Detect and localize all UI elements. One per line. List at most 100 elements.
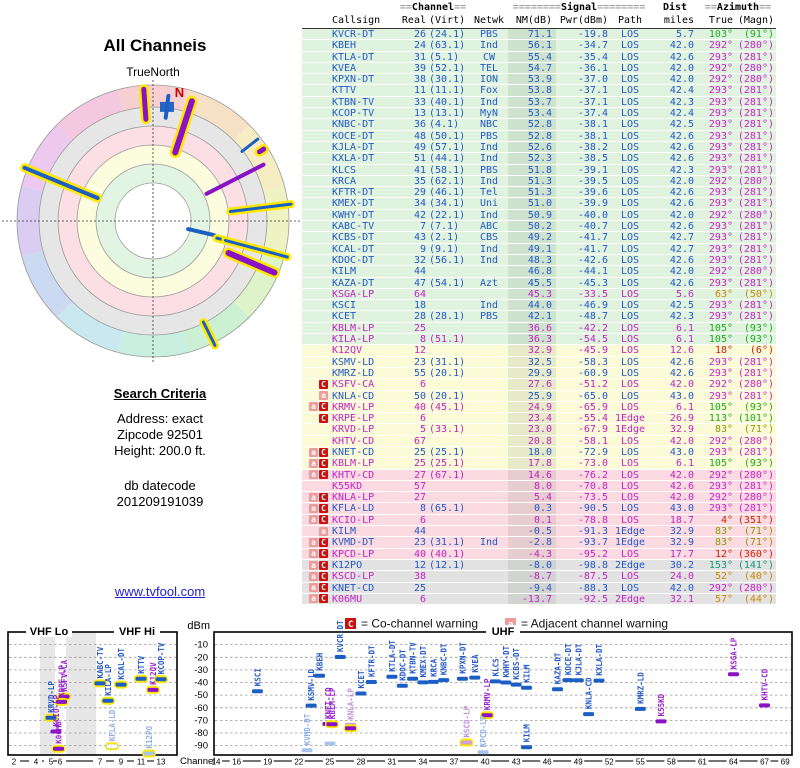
- adjacent-warning-icon: a: [309, 515, 318, 525]
- cochannel-warning-icon: C: [319, 515, 328, 525]
- real-channel: 44: [413, 526, 426, 537]
- noise-margin: 53.4: [508, 108, 556, 119]
- network: Ind: [479, 537, 499, 548]
- azimuth-magnetic: (280°): [737, 582, 774, 593]
- radar-channel-label: 6: [142, 40, 148, 43]
- station-label: KVEA: [471, 654, 480, 673]
- col-virt: (Virt): [429, 15, 466, 26]
- path: LOS: [620, 232, 640, 243]
- uhf-label: UHF: [492, 626, 515, 638]
- station-label: KTTV: [137, 655, 146, 674]
- azimuth-true: 293°: [708, 503, 733, 514]
- virtual-channel: [426, 413, 470, 423]
- signal-bar-dotted: [106, 743, 118, 749]
- radar-plot: 2431393811331336262584025654423456438612…: [2, 40, 304, 362]
- network: CBS: [479, 232, 499, 243]
- path: LOS: [620, 469, 640, 480]
- adjacent-warning-icon: a: [309, 549, 318, 559]
- callsign: KNLA-LP: [332, 492, 375, 503]
- power-dbm: -73.0: [577, 458, 608, 469]
- distance-miles: 42.6: [669, 254, 694, 266]
- network: PBS: [479, 164, 499, 175]
- table-row: KBEH 24 (63.1) Ind 56.1 -34.7 LOS 42.0 2…: [302, 40, 776, 52]
- station-label: KDOC-DT: [398, 649, 407, 681]
- signal-bar: [477, 750, 489, 755]
- network: [470, 379, 508, 389]
- real-channel: 35: [413, 175, 426, 187]
- virtual-channel: [426, 481, 470, 491]
- channel-tick-label: 49: [574, 758, 583, 767]
- cochannel-warning-icon: C: [319, 504, 328, 514]
- noise-margin: 52.3: [508, 153, 556, 164]
- distance-miles: 42.0: [669, 582, 694, 593]
- channel-tick-label: 34: [419, 758, 428, 767]
- distance-miles: 24.0: [669, 571, 694, 582]
- network: Ind: [479, 300, 499, 311]
- azimuth-true: 293°: [708, 311, 733, 322]
- noise-margin: 53.8: [508, 85, 556, 96]
- adjacent-warning-icon: a: [309, 492, 318, 502]
- station-label: KPXN-DT: [458, 642, 467, 674]
- network: [470, 515, 508, 525]
- network: PBS: [479, 311, 499, 322]
- signal-bar: [314, 673, 325, 678]
- real-channel: 6: [419, 593, 426, 605]
- azimuth-magnetic: (71°): [743, 526, 774, 537]
- channel-tick-label: 25: [325, 758, 334, 767]
- real-channel: 25: [413, 322, 426, 334]
- db-datecode-label: db datecode: [124, 478, 196, 493]
- signal-line: [257, 146, 267, 155]
- virtual-channel: (25.1): [429, 446, 466, 458]
- callsign: KSCI: [332, 300, 357, 311]
- table-row: aC KNET-CD 25 -9.4 -88.3 LOS 42.0 292° (…: [302, 582, 776, 594]
- table-row: aC KCIO-LP 6 0.1 -78.8 LOS 18.7 4° (351°…: [302, 514, 776, 527]
- azimuth-magnetic: (281°): [737, 243, 774, 254]
- distance-miles: 42.0: [669, 74, 694, 85]
- noise-margin: 55.4: [508, 51, 556, 62]
- azimuth-magnetic: (93°): [743, 334, 774, 345]
- station-table: ==Channel== ========Signal======== Dist …: [302, 1, 776, 606]
- azimuth-true: 105°: [708, 334, 733, 345]
- power-dbm: -92.5: [577, 593, 608, 605]
- azimuth-magnetic: (93°): [743, 458, 774, 469]
- virtual-channel: (20.1): [429, 367, 466, 379]
- network: [470, 447, 508, 457]
- real-channel: 49: [413, 141, 426, 153]
- channel-tick-label: 67: [760, 758, 769, 767]
- table-row: KXLA-DT 51 (44.1) Ind 52.3 -38.5 LOS 42.…: [302, 153, 776, 165]
- real-channel: 23: [413, 537, 426, 548]
- tvfool-link[interactable]: www.tvfool.com: [115, 584, 205, 599]
- dbm-tick-label: -50: [194, 690, 208, 701]
- station-label: KCBS-DT: [512, 648, 521, 680]
- path: LOS: [620, 367, 640, 379]
- azimuth-magnetic: (101°): [737, 413, 774, 424]
- search-criteria: Search Criteria Address: exact Zipcode 9…: [0, 386, 320, 459]
- table-row: KMRZ-LD 55 (20.1) 29.9 -60.9 LOS 42.6 29…: [302, 367, 776, 380]
- path: LOS: [620, 401, 640, 413]
- table-row: aC KHTV-CD 27 (67.1) 14.6 -76.2 LOS 42.0…: [302, 469, 776, 481]
- network: TEL: [479, 62, 499, 74]
- noise-margin: 54.7: [508, 62, 556, 74]
- vhf-hi-label: VHF Hi: [119, 626, 155, 638]
- noise-margin: -0.5: [508, 526, 556, 537]
- noise-margin: 52.8: [508, 119, 556, 130]
- station-label: KSCD-LP: [462, 705, 471, 737]
- azimuth-true: 293°: [708, 187, 733, 198]
- virtual-channel: (40.1): [429, 548, 466, 559]
- station-label: KWHY-DT: [502, 645, 511, 677]
- path: LOS: [620, 130, 640, 141]
- noise-margin: 51.3: [508, 187, 556, 198]
- col-magn: (Magn): [737, 15, 774, 26]
- virtual-channel: (31.1): [429, 356, 466, 367]
- distance-miles: 42.6: [669, 153, 694, 164]
- signal-bar: [583, 712, 595, 717]
- station-label: KSGA-LP: [730, 637, 739, 669]
- azimuth-magnetic: (281°): [737, 85, 774, 96]
- azimuth-true: 83°: [714, 526, 733, 537]
- real-channel: 48: [413, 130, 426, 141]
- signal-bar: [143, 751, 155, 756]
- real-channel: 41: [413, 164, 426, 175]
- network: ABC: [479, 221, 499, 232]
- power-dbm: -67.9: [577, 424, 608, 435]
- power-dbm: -34.7: [577, 40, 608, 51]
